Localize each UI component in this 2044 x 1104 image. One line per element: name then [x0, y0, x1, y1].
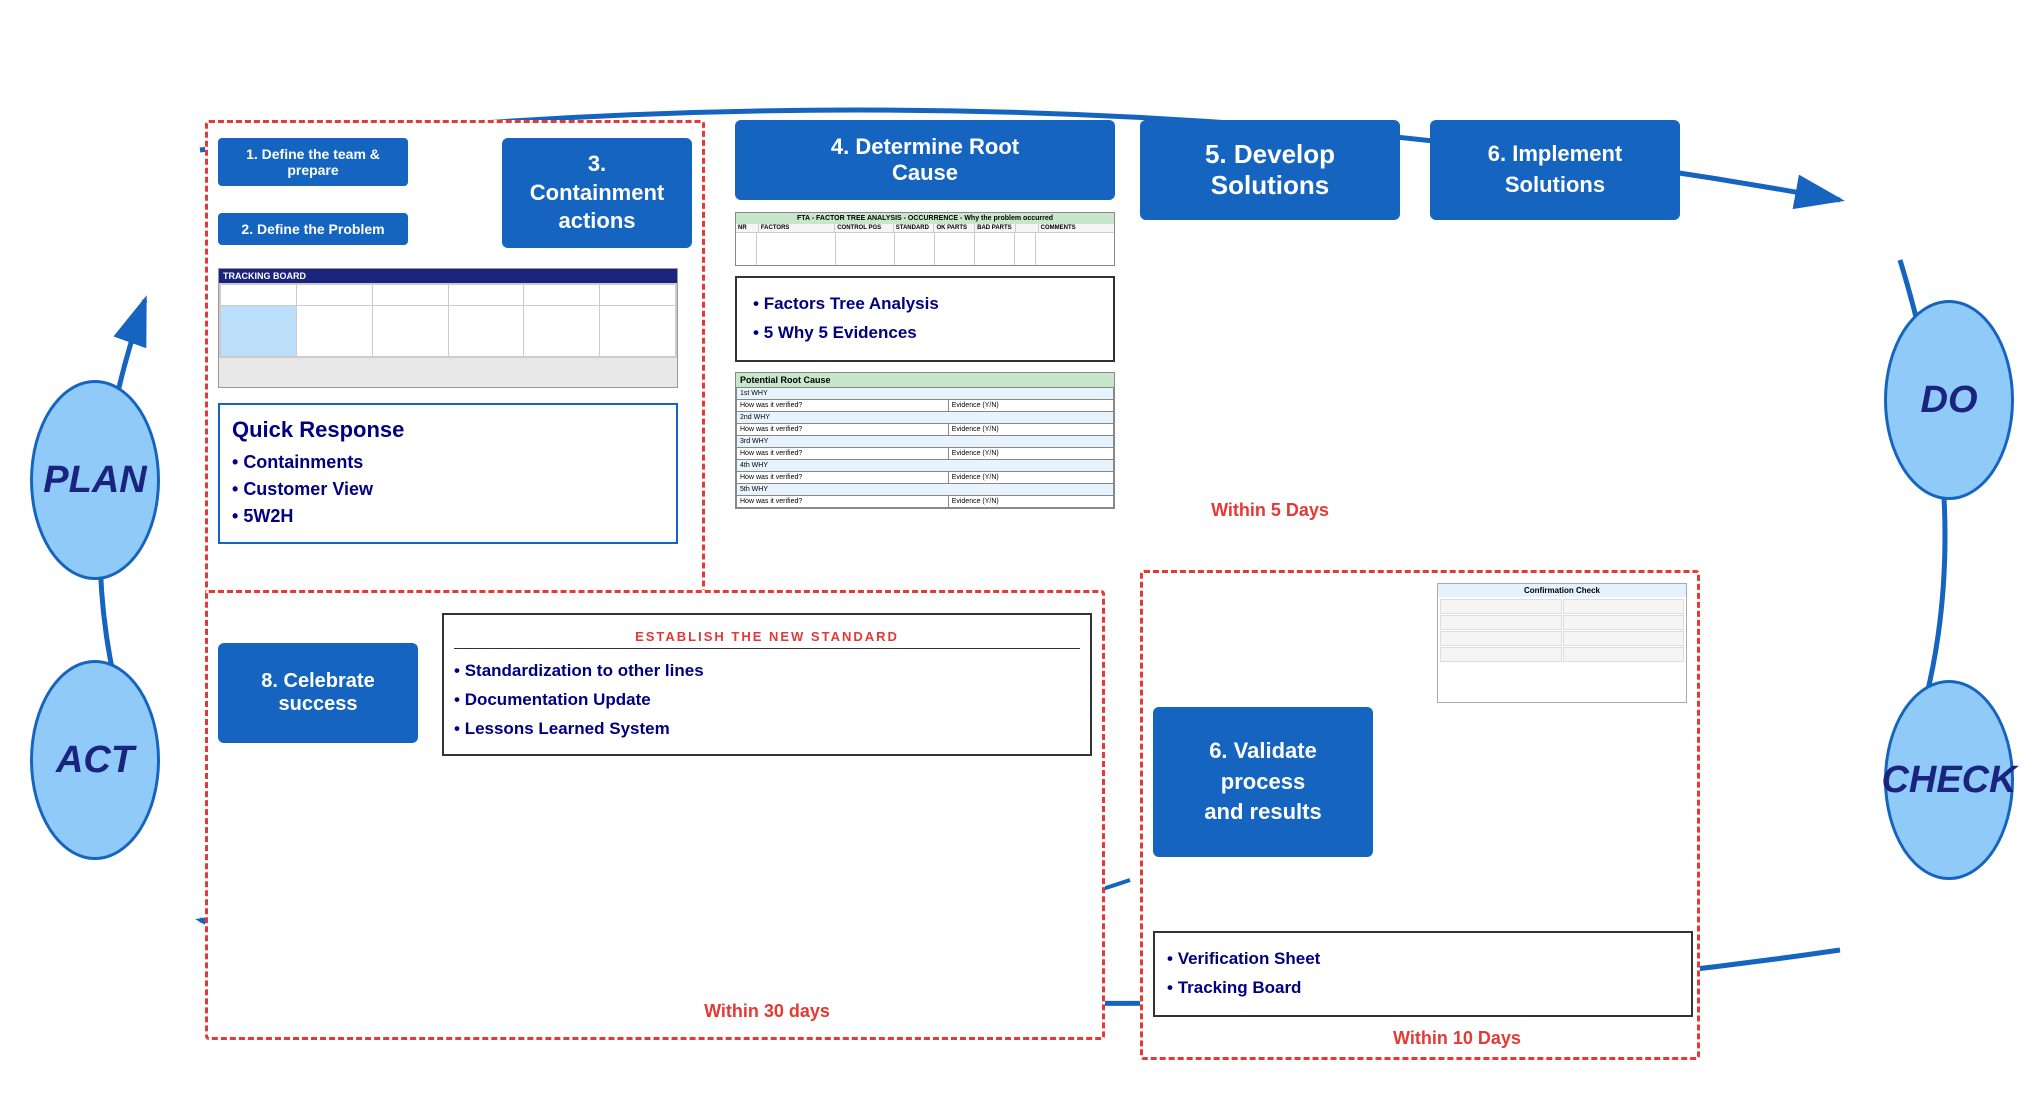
check-section: Confirmation Check 6. Validate process a…: [1140, 570, 1700, 1060]
step5-timing: Within 5 Days: [1140, 500, 1400, 521]
step4-btn: 4. Determine Root Cause: [735, 120, 1115, 200]
step6-check-label: 6. Validate process and results: [1204, 736, 1321, 828]
do-text: DO: [1921, 379, 1978, 422]
step1-box: 1. Define the team & prepare: [218, 138, 408, 186]
step2-box: 2. Define the Problem: [218, 213, 408, 245]
fta-header: FTA - FACTOR TREE ANALYSIS - OCCURRENCE …: [736, 213, 1114, 224]
act-section: 8. Celebrate success ESTABLISH THE NEW S…: [205, 590, 1105, 1040]
step2-label: 2. Define the Problem: [241, 221, 384, 237]
step6-bullet2: • Tracking Board: [1167, 974, 1679, 1003]
std-item3: • Lessons Learned System: [454, 715, 1080, 744]
fta-mockup: FTA - FACTOR TREE ANALYSIS - OCCURRENCE …: [735, 212, 1115, 266]
step4-label: 4. Determine Root Cause: [831, 134, 1019, 186]
act-timing: Within 30 days: [442, 1001, 1092, 1022]
step6-do-label: 6. Implement Solutions: [1488, 139, 1622, 201]
step6-do-btn: 6. Implement Solutions: [1430, 120, 1680, 220]
quick-response-list: Containments Customer View 5W2H: [232, 449, 664, 530]
step4-bullets: Factors Tree Analysis 5 Why 5 Evidences: [735, 276, 1115, 362]
qr-item2: Customer View: [232, 476, 664, 503]
main-container: PLAN DO CHECK ACT 1. Define the team & p…: [0, 0, 2044, 1104]
std-item1: • Standardization to other lines: [454, 657, 1080, 686]
plan-text: PLAN: [43, 459, 146, 502]
step6-bullet1: • Verification Sheet: [1167, 945, 1679, 974]
confirmation-mockup: Confirmation Check: [1437, 583, 1687, 703]
step8-btn: 8. Celebrate success: [218, 643, 418, 743]
qr-item1: Containments: [232, 449, 664, 476]
five-why-mockup: Potential Root Cause 1st WHY How was it …: [735, 372, 1115, 509]
quick-response-box: Quick Response Containments Customer Vie…: [218, 403, 678, 544]
check-label: CHECK: [1884, 680, 2014, 880]
std-item2: • Documentation Update: [454, 686, 1080, 715]
check-text: CHECK: [1881, 759, 2016, 802]
step4-bullet2: 5 Why 5 Evidences: [753, 319, 1097, 348]
step3-box: 3. Containment actions: [502, 138, 692, 248]
standardization-box: ESTABLISH THE NEW STANDARD • Standardiza…: [442, 613, 1092, 756]
act-label: ACT: [30, 660, 160, 860]
step4-bullet1: Factors Tree Analysis: [753, 290, 1097, 319]
tracking-board-mockup: TRACKING BOARD: [218, 268, 678, 388]
step1-label: 1. Define the team & prepare: [246, 146, 380, 178]
qr-item3: 5W2H: [232, 503, 664, 530]
step5-label: 5. Develop Solutions: [1156, 139, 1384, 201]
step5-btn: 5. Develop Solutions: [1140, 120, 1400, 220]
step8-label: 8. Celebrate success: [261, 670, 374, 716]
quick-response-title: Quick Response: [232, 417, 664, 443]
step6-check-btn: 6. Validate process and results: [1153, 707, 1373, 857]
act-text: ACT: [56, 739, 134, 782]
step3-label: 3. Containment actions: [530, 150, 664, 236]
establish-header: ESTABLISH THE NEW STANDARD: [454, 625, 1080, 649]
step6-timing: Within 10 Days: [1393, 1028, 1521, 1049]
containment-section: 1. Define the team & prepare 2. Define t…: [205, 120, 705, 670]
step6-bullets-box: • Verification Sheet • Tracking Board: [1153, 931, 1693, 1017]
plan-label: PLAN: [30, 380, 160, 580]
step4-section: 4. Determine Root Cause FTA - FACTOR TRE…: [735, 120, 1115, 509]
do-label: DO: [1884, 300, 2014, 500]
